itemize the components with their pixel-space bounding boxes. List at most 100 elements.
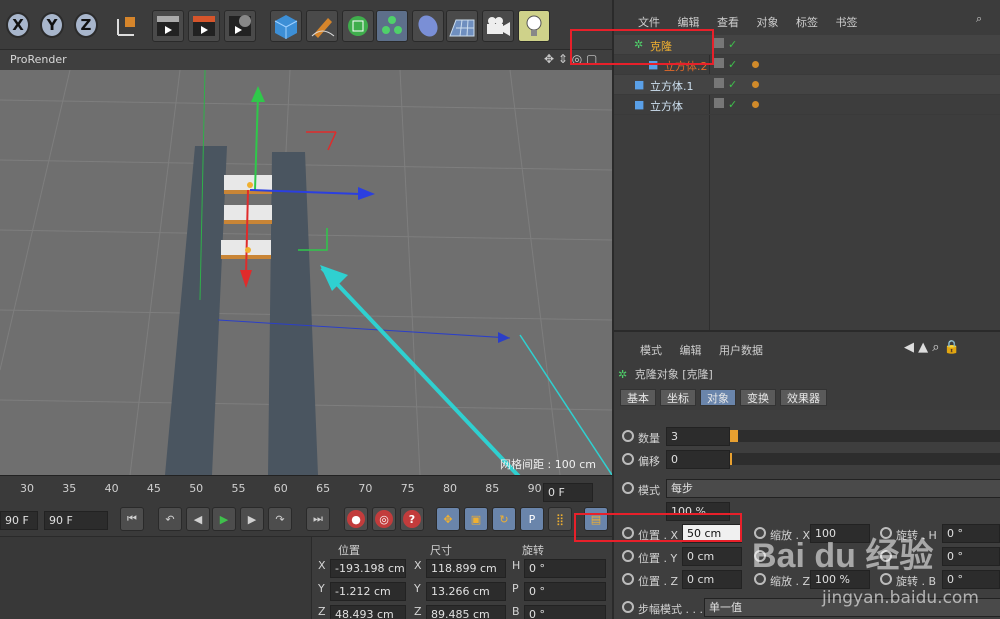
offset-field[interactable]: 0 xyxy=(666,450,730,469)
x-axis-button[interactable]: X xyxy=(6,12,30,38)
tab-basic[interactable]: 基本 xyxy=(620,389,656,406)
pla-key-button[interactable]: ⣿ xyxy=(548,507,572,531)
camera-icon[interactable] xyxy=(482,10,514,42)
coord-pos-field[interactable]: -193.198 cm xyxy=(330,559,406,578)
timeline-tick: 85 xyxy=(485,482,500,495)
record-key-button[interactable]: ● xyxy=(344,507,368,531)
auto-key-button[interactable]: ◎ xyxy=(372,507,396,531)
search-icon[interactable]: ⌕ xyxy=(976,12,982,26)
timeline-tick: 60 xyxy=(273,482,288,495)
y-axis-button[interactable]: Y xyxy=(40,12,64,38)
watermark-brand: Bai du 经验 xyxy=(752,537,934,575)
play-button[interactable]: ▶ xyxy=(212,507,236,531)
move-key-button[interactable]: ✥ xyxy=(436,507,460,531)
attr-menu-edit[interactable]: 编辑 xyxy=(680,344,702,357)
coord-size-field[interactable]: 89.485 cm xyxy=(426,605,506,619)
menu-bookmarks[interactable]: 书签 xyxy=(836,16,858,29)
menu-edit[interactable]: 编辑 xyxy=(678,16,700,29)
menu-view[interactable]: 查看 xyxy=(717,16,739,29)
z-axis-button[interactable]: Z xyxy=(74,12,98,38)
cube-icon[interactable] xyxy=(270,10,302,42)
light-icon[interactable] xyxy=(518,10,550,42)
highlight-box xyxy=(570,29,714,65)
grid-distance-label: 网格间距 : 100 cm xyxy=(500,458,596,471)
visibility-toggle[interactable]: ✓ xyxy=(714,58,737,71)
object-name[interactable]: 立方体 xyxy=(650,98,683,114)
coord-size-axis: X xyxy=(414,559,422,572)
tab-effectors[interactable]: 效果器 xyxy=(780,389,827,406)
nav-icons[interactable]: ◀ ▲ ⌕ 🔒 xyxy=(904,340,960,355)
render-view-icon[interactable] xyxy=(152,10,184,42)
object-name[interactable]: 立方体.1 xyxy=(650,78,694,94)
coord-pos-axis: Z xyxy=(318,605,326,618)
end-frame-left-field[interactable]: 90 F xyxy=(0,511,38,530)
scale-key-button[interactable]: ▣ xyxy=(464,507,488,531)
goto-end-button[interactable]: ⏭ xyxy=(306,507,330,531)
coord-header-rot: 旋转 xyxy=(522,544,544,557)
rotate-key-button[interactable]: ↻ xyxy=(492,507,516,531)
step-mode-radio[interactable] xyxy=(622,601,634,613)
visibility-toggle[interactable]: ✓ xyxy=(714,38,737,51)
deformer-icon[interactable] xyxy=(412,10,444,42)
count-slider[interactable] xyxy=(730,430,1000,442)
object-row[interactable]: ■ 立方体.1 ✓ xyxy=(614,75,1000,95)
count-radio[interactable] xyxy=(622,430,634,442)
menu-object[interactable]: 对象 xyxy=(757,16,779,29)
prev-frame-button[interactable]: ◀ xyxy=(186,507,210,531)
top-toolbar: X Y Z xyxy=(0,0,612,50)
cloner-icon[interactable] xyxy=(376,10,408,42)
next-frame-button[interactable]: ▶ xyxy=(240,507,264,531)
world-coord-icon[interactable] xyxy=(110,10,142,42)
offset-slider[interactable] xyxy=(730,453,1000,465)
coord-rot-field[interactable]: 0 ° xyxy=(524,605,606,619)
goto-start-button[interactable]: ⏮ xyxy=(120,507,144,531)
playback-bar: 90 F 90 F ⏮ ↶ ◀ ▶ ▶ ↷ ⏭ ● ◎ ? ✥ ▣ ↻ P ⣿ … xyxy=(0,503,612,536)
coord-rot-field[interactable]: 0 ° xyxy=(524,559,606,578)
current-frame-field[interactable]: 0 F xyxy=(543,483,593,502)
next-key-button[interactable]: ↷ xyxy=(268,507,292,531)
floor-icon[interactable] xyxy=(446,10,478,42)
render-settings-icon[interactable] xyxy=(224,10,256,42)
material-tag-icon[interactable] xyxy=(752,81,759,88)
render-picture-icon[interactable] xyxy=(188,10,220,42)
mode-radio[interactable] xyxy=(622,482,634,494)
material-tag-icon[interactable] xyxy=(752,101,759,108)
timeline-tick: 65 xyxy=(316,482,331,495)
count-field[interactable]: 3 xyxy=(666,427,730,446)
key-help-button[interactable]: ? xyxy=(400,507,424,531)
tab-object[interactable]: 对象 xyxy=(700,389,736,406)
pos-y-radio[interactable] xyxy=(622,550,634,562)
prev-key-button[interactable]: ↶ xyxy=(158,507,182,531)
end-frame-field[interactable]: 90 F xyxy=(44,511,108,530)
offset-radio[interactable] xyxy=(622,453,634,465)
record-key-icon: ● xyxy=(347,510,365,528)
coord-pos-field[interactable]: -1.212 cm xyxy=(330,582,406,601)
visibility-toggle[interactable]: ✓ xyxy=(714,98,737,111)
visibility-toggle[interactable]: ✓ xyxy=(714,78,737,91)
pos-y-field[interactable]: 0 cm xyxy=(682,547,742,566)
attr-menu-mode[interactable]: 模式 xyxy=(640,344,662,357)
timeline[interactable]: 30 35 40 45 50 55 60 65 70 75 80 85 90 0 F xyxy=(0,475,612,503)
attr-title: 克隆对象 [克隆] xyxy=(634,368,713,381)
subdivision-icon[interactable] xyxy=(342,10,374,42)
material-tag-icon[interactable] xyxy=(752,61,759,68)
pen-icon[interactable] xyxy=(306,10,338,42)
viewport-renderer-label: ProRender xyxy=(10,53,67,66)
pos-z-radio[interactable] xyxy=(622,573,634,585)
tab-transform[interactable]: 变换 xyxy=(740,389,776,406)
timeline-tick: 50 xyxy=(189,482,204,495)
mode-select[interactable]: 每步 xyxy=(666,479,1000,498)
coord-size-field[interactable]: 118.899 cm xyxy=(426,559,506,578)
param-key-button[interactable]: P xyxy=(520,507,544,531)
object-row[interactable]: ■ 立方体 ✓ xyxy=(614,95,1000,115)
coord-rot-field[interactable]: 0 ° xyxy=(524,582,606,601)
menu-tags[interactable]: 标签 xyxy=(796,16,818,29)
pos-z-field[interactable]: 0 cm xyxy=(682,570,742,589)
coord-size-axis: Z xyxy=(414,605,422,618)
viewport[interactable]: ProRender ✥ ⇕ ◎ ▢ 网格间距: 100 cm xyxy=(0,50,612,475)
coord-size-field[interactable]: 13.266 cm xyxy=(426,582,506,601)
coord-pos-field[interactable]: 48.493 cm xyxy=(330,605,406,619)
menu-file[interactable]: 文件 xyxy=(638,16,660,29)
attr-menu-userdata[interactable]: 用户数据 xyxy=(719,344,763,357)
tab-coord[interactable]: 坐标 xyxy=(660,389,696,406)
